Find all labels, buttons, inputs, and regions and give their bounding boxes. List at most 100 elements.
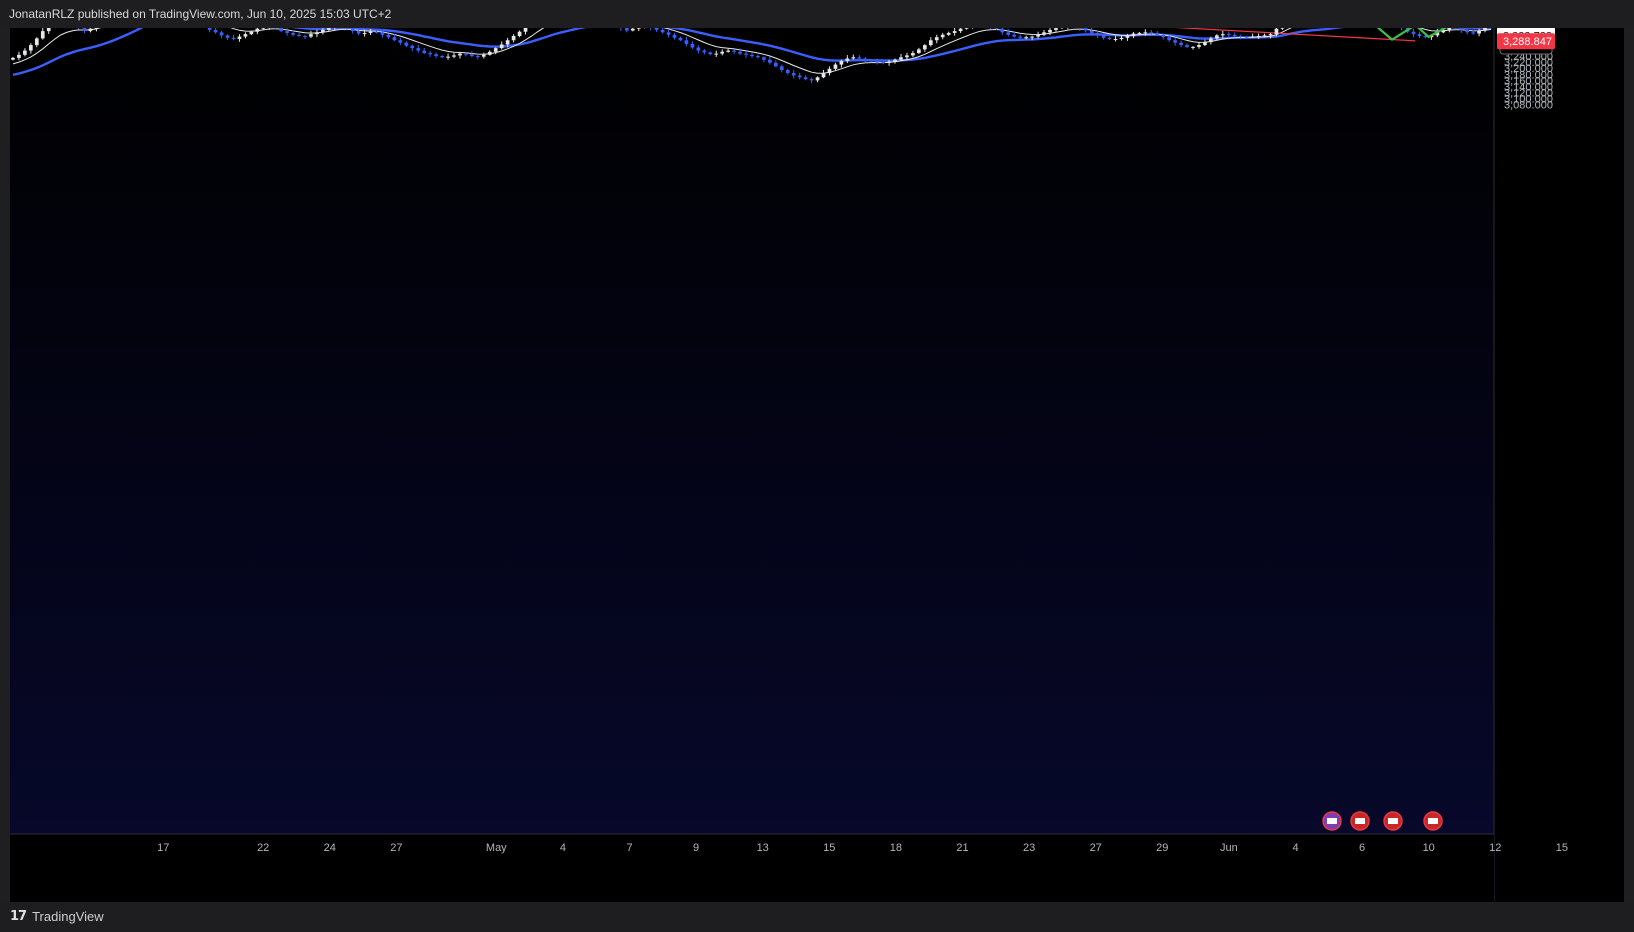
candle-body xyxy=(1250,36,1255,38)
candle-body xyxy=(1215,35,1219,39)
candle-body xyxy=(1101,35,1106,38)
candle-body xyxy=(1131,33,1136,36)
candle-body xyxy=(857,57,862,59)
candle-body xyxy=(1143,32,1148,34)
us-flag-event-icon[interactable] xyxy=(1350,811,1370,831)
candle-body xyxy=(714,53,719,55)
candle-body xyxy=(1137,32,1142,34)
candle-body xyxy=(636,28,641,29)
candle-body xyxy=(803,77,808,80)
candle-body xyxy=(356,31,361,34)
candle-body xyxy=(899,57,903,60)
candle-body xyxy=(458,53,462,56)
candle-body xyxy=(40,31,45,39)
candle-body xyxy=(17,54,21,58)
candle-body xyxy=(380,32,385,35)
candle-body xyxy=(1012,34,1017,37)
candle-body xyxy=(1226,34,1231,36)
candle-body xyxy=(732,50,736,52)
candle-body xyxy=(1274,28,1279,35)
candle-body xyxy=(523,28,528,32)
candle-body xyxy=(88,28,93,32)
candle-body xyxy=(452,55,456,57)
candle-body xyxy=(773,62,778,67)
candle-body xyxy=(1048,29,1052,33)
candle-body xyxy=(887,61,891,63)
candle-body xyxy=(881,62,885,64)
lightning-event-icon[interactable] xyxy=(1322,811,1342,831)
candle-body xyxy=(440,56,444,58)
candle-body xyxy=(994,28,999,29)
candle-body xyxy=(1155,32,1160,35)
us-flag-event-icon[interactable] xyxy=(1383,811,1403,831)
candle-body xyxy=(94,28,99,29)
candle-body xyxy=(785,70,790,74)
candle-body xyxy=(720,51,725,54)
time-tick-label: 15 xyxy=(823,842,835,854)
candle-body xyxy=(851,57,856,59)
candle-body xyxy=(1232,34,1237,36)
time-tick-label: 10 xyxy=(1423,842,1435,854)
candle-body xyxy=(905,55,909,58)
tradingview-brand[interactable]: 17 TradingView xyxy=(10,909,104,924)
candle-body xyxy=(11,57,15,60)
candle-body xyxy=(666,32,671,35)
price-axis[interactable] xyxy=(1494,28,1624,902)
candle-body xyxy=(797,75,802,78)
candle-body xyxy=(1018,36,1023,38)
candle-body xyxy=(893,59,897,62)
candle-body xyxy=(279,28,284,32)
event-icon-detail xyxy=(1388,818,1398,824)
candle-body xyxy=(928,40,933,46)
time-tick-label: Jun xyxy=(1220,842,1238,854)
candle-body xyxy=(464,53,468,55)
candle-body xyxy=(505,40,510,45)
candle-body xyxy=(344,28,349,29)
candle-body xyxy=(1465,29,1470,33)
candle-body xyxy=(237,36,242,40)
candle-body xyxy=(82,28,87,32)
candle-body xyxy=(1262,35,1267,37)
time-tick-label: 27 xyxy=(1090,842,1102,854)
candle-body xyxy=(1173,40,1177,43)
candle-body xyxy=(1483,28,1487,31)
candle-body xyxy=(756,56,760,58)
candle-body xyxy=(23,50,27,55)
candle-body xyxy=(1000,28,1005,33)
candle-body xyxy=(911,53,915,56)
event-icon-detail xyxy=(1355,818,1365,824)
candle-body xyxy=(315,32,319,35)
candle-body xyxy=(225,35,230,38)
candle-body xyxy=(678,37,683,41)
candle-body xyxy=(1083,28,1088,31)
candle-body xyxy=(261,28,266,29)
candle-body xyxy=(1447,28,1452,30)
candle-body xyxy=(285,31,289,33)
time-tick-label: 12 xyxy=(1489,842,1501,854)
candle-body xyxy=(416,48,421,51)
event-icon-detail xyxy=(1327,818,1337,824)
time-tick-label: 27 xyxy=(390,842,402,854)
candle-body xyxy=(946,32,951,35)
candle-body xyxy=(827,68,832,74)
time-tick-label: 15 xyxy=(1556,842,1568,854)
candle-body xyxy=(690,43,695,48)
candle-body xyxy=(434,54,438,57)
chart-frame[interactable]: 5423 - FTA 3,080.0003,100.0003,120.0003,… xyxy=(10,28,1624,902)
us-flag-event-icon[interactable] xyxy=(1423,811,1443,831)
candle-body xyxy=(952,31,957,33)
time-tick-label: 23 xyxy=(1023,842,1035,854)
candle-body xyxy=(1107,37,1112,40)
candlestick-chart[interactable]: 5423 - FTA 3,080.0003,100.0003,120.0003,… xyxy=(10,28,1624,902)
time-axis[interactable] xyxy=(10,834,1494,902)
candle-body xyxy=(744,53,748,55)
candle-body xyxy=(481,54,486,57)
time-tick-label: 24 xyxy=(324,842,336,854)
candle-body xyxy=(833,64,838,69)
footer-bar: 17 TradingView xyxy=(0,902,1634,932)
candle-body xyxy=(672,34,677,38)
candle-body xyxy=(46,28,51,32)
candle-body xyxy=(34,38,39,46)
candle-body xyxy=(1167,37,1172,41)
candle-body xyxy=(1030,36,1034,38)
